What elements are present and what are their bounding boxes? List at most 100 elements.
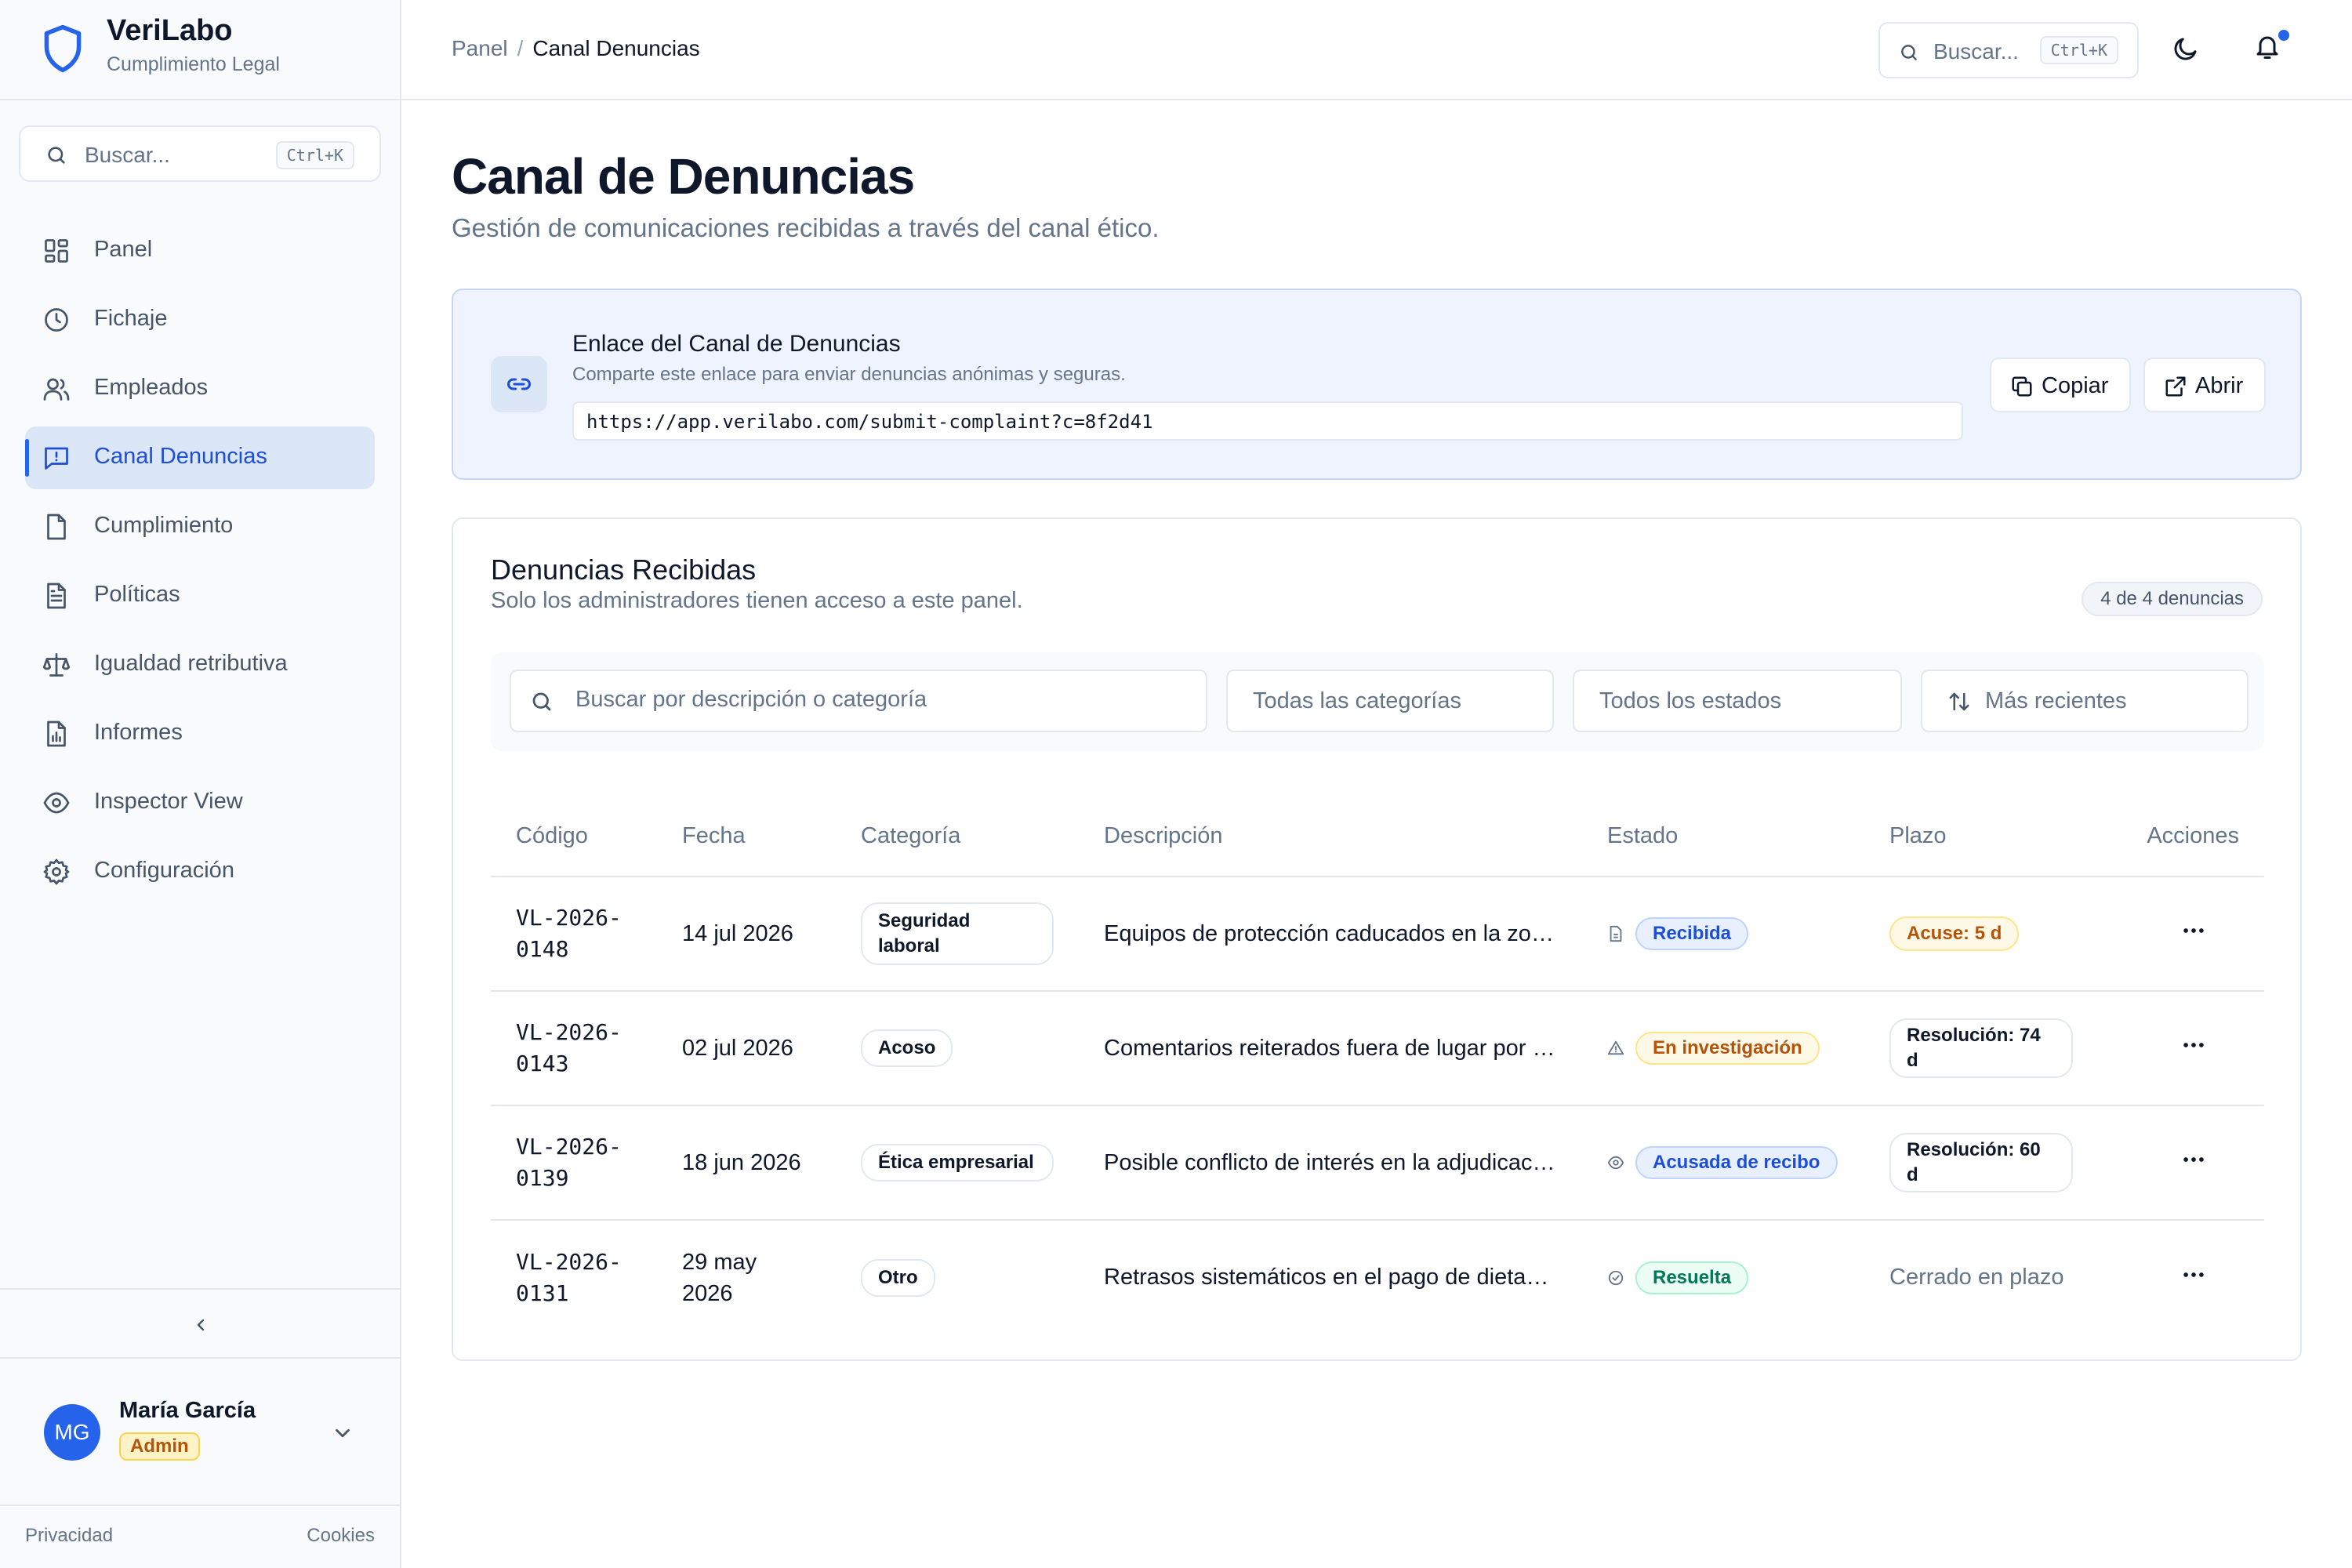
file-text-icon <box>47 583 66 609</box>
sidebar-item-inspector-view[interactable]: Inspector View <box>25 771 375 834</box>
category-badge: Ética empresarial <box>861 1144 1054 1181</box>
brand: VeriLabo Cumplimiento Legal <box>0 0 400 100</box>
status-badge: Recibida <box>1635 917 1749 950</box>
more-horizontal-icon[interactable] <box>2180 1032 2207 1058</box>
date-text: 29 may 2026 <box>682 1249 757 1306</box>
cell-deadline: Acuse: 5 d <box>1889 877 2123 992</box>
breadcrumb-parent[interactable]: Panel <box>452 36 508 60</box>
complaint-url-field[interactable]: https://app.verilabo.com/submit-complain… <box>572 401 1963 441</box>
cell-actions <box>2123 991 2264 1106</box>
description-text: Equipos de protección caducados en la zo… <box>1104 920 1559 946</box>
complaints-card: Denuncias Recibidas Solo los administrad… <box>452 517 2302 1361</box>
sort-select[interactable]: Más recientes <box>1921 670 2249 732</box>
copy-button-label: Copiar <box>2042 373 2109 398</box>
complaint-search-input[interactable]: Buscar por descripción o categoría <box>510 670 1207 732</box>
sort-arrows-icon <box>1949 692 1969 711</box>
avatar: MG <box>44 1404 100 1461</box>
open-button-label: Abrir <box>2195 373 2244 398</box>
search-icon <box>48 147 65 164</box>
status-badge: Acusada de recibo <box>1635 1146 1838 1179</box>
column-header-deadline[interactable]: Plazo <box>1889 797 2123 877</box>
cell-code: VL-2026- 0143 <box>491 991 682 1106</box>
column-header-code[interactable]: Código <box>491 797 682 877</box>
sidebar-search-placeholder: Buscar... <box>85 143 170 167</box>
more-horizontal-icon[interactable] <box>2180 917 2207 944</box>
complaints-title: Denuncias Recibidas <box>491 554 757 586</box>
sidebar-item-label: Políticas <box>94 582 180 607</box>
complaints-table: Código Fecha Categoría Descripción Estad… <box>491 797 2264 1334</box>
alert-triangle-icon <box>1607 1040 1624 1055</box>
privacy-link[interactable]: Privacidad <box>25 1525 113 1547</box>
copy-button[interactable]: Copiar <box>1990 358 2131 412</box>
category-filter-value: Todas las categorías <box>1253 688 1461 713</box>
sidebar-item-politicas[interactable]: Políticas <box>25 564 375 627</box>
scale-icon <box>42 653 71 677</box>
sidebar-item-canal-denuncias[interactable]: Canal Denuncias <box>25 426 375 489</box>
brand-subtitle: Cumplimiento Legal <box>107 53 280 75</box>
link-card-title: Enlace del Canal de Denuncias <box>572 331 901 357</box>
moon-icon[interactable] <box>2172 34 2200 63</box>
sort-value: Más recientes <box>1985 688 2127 713</box>
column-header-status[interactable]: Estado <box>1607 797 1889 877</box>
status-badge: Resuelta <box>1635 1261 1749 1294</box>
cell-date: 18 jun 2026 <box>682 1105 861 1221</box>
sidebar-item-informes[interactable]: Informes <box>25 702 375 765</box>
sidebar-search[interactable]: Buscar... Ctrl+K <box>19 125 381 182</box>
sidebar-item-label: Empleados <box>94 375 209 400</box>
sidebar-item-label: Panel <box>94 237 153 262</box>
sidebar-item-label: Informes <box>94 720 183 745</box>
column-header-date[interactable]: Fecha <box>682 797 861 877</box>
sidebar-item-configuracion[interactable]: Configuración <box>25 840 375 903</box>
code-number: 0143 <box>516 1051 569 1076</box>
bell-icon[interactable] <box>2253 33 2281 61</box>
sidebar-item-label: Cumplimiento <box>94 513 234 538</box>
cell-category: Ética empresarial <box>861 1105 1104 1221</box>
deadline-text: Cerrado en plazo <box>1889 1265 2064 1290</box>
global-search[interactable]: Buscar... Ctrl+K <box>1878 22 2139 78</box>
sidebar-item-panel[interactable]: Panel <box>25 220 375 282</box>
cell-deadline: Resolución: 74 d <box>1889 991 2123 1106</box>
table-header-row: Código Fecha Categoría Descripción Estad… <box>491 797 2264 877</box>
cell-description: Equipos de protección caducados en la zo… <box>1104 877 1607 992</box>
breadcrumb-separator: / <box>517 36 524 60</box>
category-badge: Acoso <box>861 1029 953 1067</box>
column-header-category[interactable]: Categoría <box>861 797 1104 877</box>
cookies-link[interactable]: Cookies <box>307 1525 375 1547</box>
sidebar-item-label: Inspector View <box>94 789 243 814</box>
global-search-placeholder: Buscar... <box>1933 39 2019 64</box>
copy-icon <box>2012 376 2032 397</box>
user-menu[interactable]: MG María García Admin <box>0 1360 400 1504</box>
cell-deadline: Cerrado en plazo <box>1889 1220 2123 1334</box>
cell-code: VL-2026- 0131 <box>491 1220 682 1334</box>
category-filter-select[interactable]: Todas las categorías <box>1226 670 1554 732</box>
cell-description: Posible conflicto de interés en la adjud… <box>1104 1105 1607 1221</box>
shortcut-hint: Ctrl+K <box>275 141 354 169</box>
clock-icon <box>45 308 68 332</box>
more-horizontal-icon[interactable] <box>2180 1261 2207 1288</box>
cell-status: Recibida <box>1607 877 1889 992</box>
cell-date: 29 may 2026 <box>682 1220 861 1334</box>
table-row[interactable]: VL-2026- 0143 02 jul 2026 Acoso Comentari… <box>491 991 2264 1106</box>
sidebar-item-fichaje[interactable]: Fichaje <box>25 289 375 351</box>
sidebar-item-label: Fichaje <box>94 306 168 331</box>
sidebar-item-igualdad-retributiva[interactable]: Igualdad retributiva <box>25 633 375 696</box>
cell-code: VL-2026- 0139 <box>491 1105 682 1221</box>
table-row[interactable]: VL-2026- 0148 14 jul 2026 Seguridad labor… <box>491 877 2264 992</box>
open-button[interactable]: Abrir <box>2143 358 2266 412</box>
deadline-badge: Resolución: 74 d <box>1889 1018 2073 1078</box>
sidebar-item-label: Configuración <box>94 858 234 883</box>
status-filter-select[interactable]: Todos los estados <box>1573 670 1902 732</box>
page-subtitle: Gestión de comunicaciones recibidas a tr… <box>452 213 1160 242</box>
sidebar-item-empleados[interactable]: Empleados <box>25 358 375 420</box>
sidebar-item-cumplimiento[interactable]: Cumplimiento <box>25 495 375 558</box>
complaint-link-card: Enlace del Canal de Denuncias Comparte e… <box>452 289 2302 480</box>
table-row[interactable]: VL-2026- 0131 29 may 2026 Otro Retrasos s… <box>491 1220 2264 1334</box>
cell-category: Acoso <box>861 991 1104 1106</box>
table-row[interactable]: VL-2026- 0139 18 jun 2026 Ética empresari… <box>491 1105 2264 1221</box>
cell-status: Resuelta <box>1607 1220 1889 1334</box>
more-horizontal-icon[interactable] <box>2180 1146 2207 1173</box>
sidebar-collapse-button[interactable] <box>0 1288 400 1359</box>
cell-description: Retrasos sistemáticos en el pago de diet… <box>1104 1220 1607 1334</box>
cell-status: En investigación <box>1607 991 1889 1106</box>
eye-icon <box>1607 1156 1624 1170</box>
